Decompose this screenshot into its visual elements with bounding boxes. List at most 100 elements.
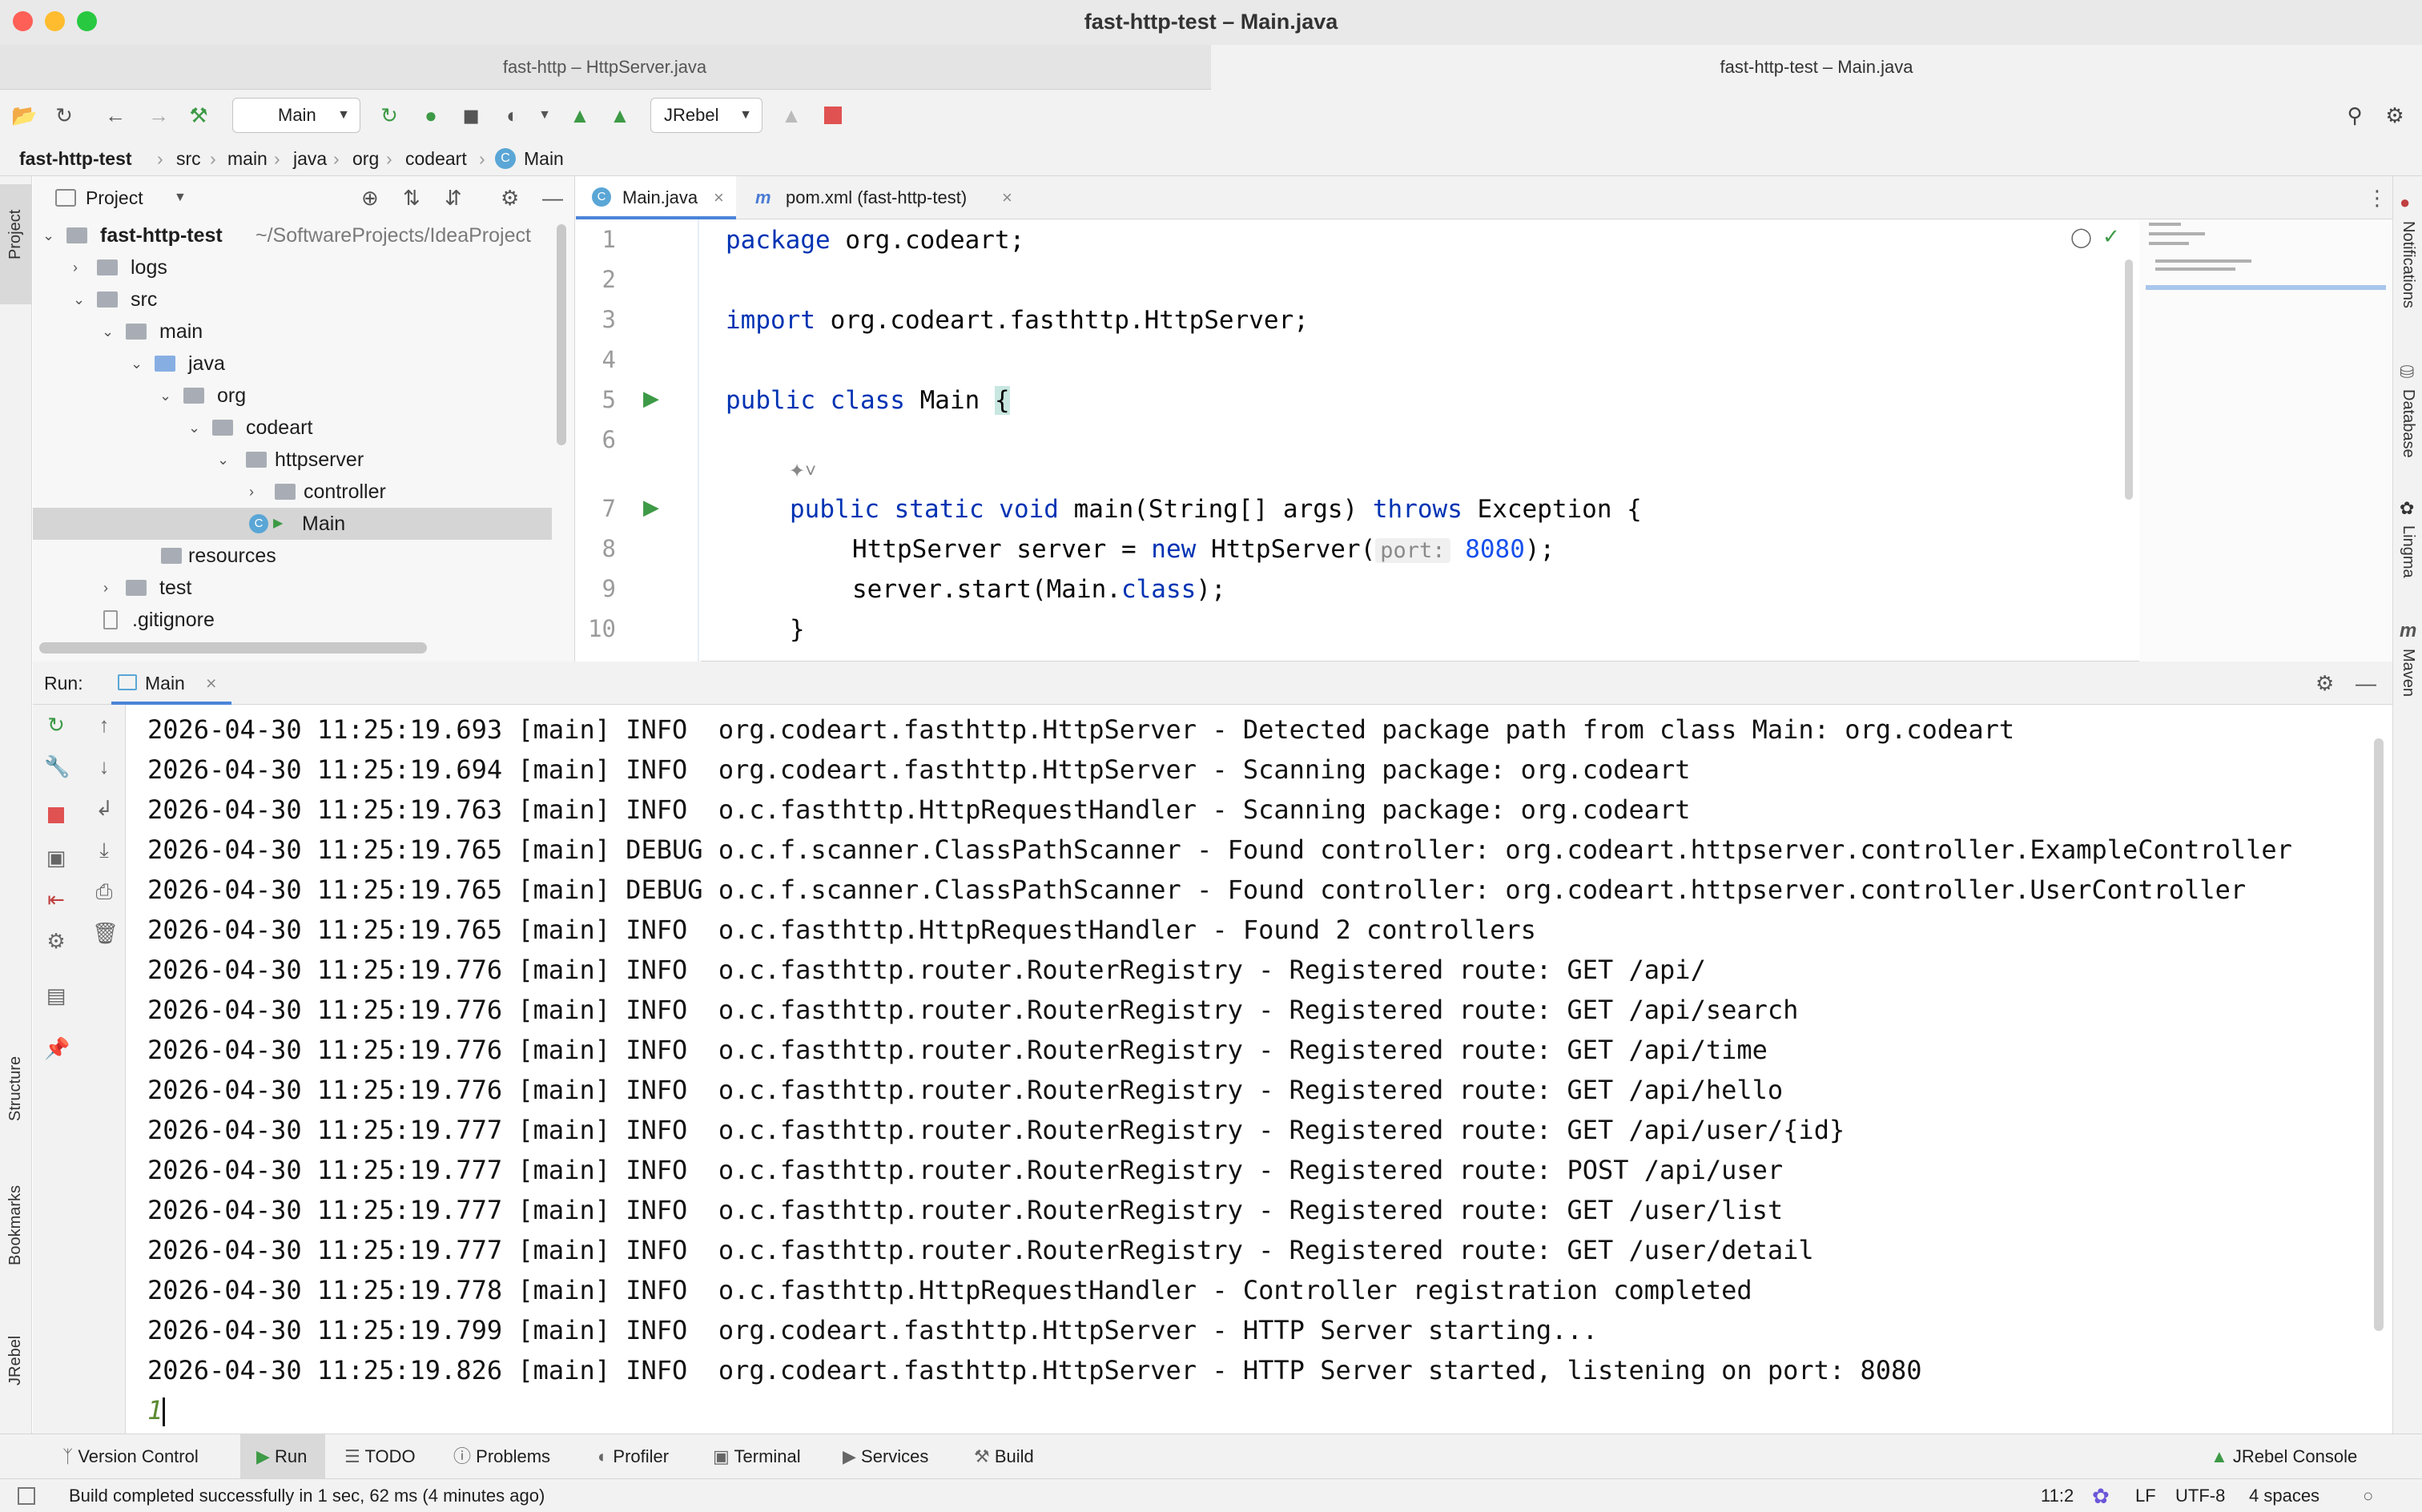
forward-arrow-icon[interactable]: → [146, 103, 171, 128]
wrench-icon[interactable]: 🔧 [44, 754, 70, 778]
lingma-stripe-label[interactable]: Lingma [2399, 525, 2417, 578]
tab-jrebel-console[interactable]: ▲ JRebel Console [2211, 1434, 2387, 1479]
build-hammer-icon[interactable]: ⚒ [186, 103, 211, 128]
tree-item-java[interactable]: ⌄ java [33, 348, 553, 380]
caret-position[interactable]: 11:2 [2041, 1479, 2074, 1512]
breadcrumb-main[interactable]: main [227, 141, 268, 176]
close-icon[interactable]: × [1002, 176, 1012, 219]
close-icon[interactable]: × [714, 176, 724, 219]
close-icon[interactable]: × [206, 662, 216, 705]
code-minimap[interactable] [2139, 219, 2392, 662]
database-stripe-label[interactable]: Database [2399, 389, 2417, 458]
settings-gear-icon[interactable]: ⚙ [2382, 103, 2408, 128]
tab-todo[interactable]: ☰ TODO [344, 1434, 441, 1479]
tree-item-controller[interactable]: › controller [33, 476, 553, 508]
breadcrumb-codeart[interactable]: codeart [405, 141, 467, 176]
chevron-right-icon[interactable]: › [249, 476, 254, 508]
tab-problems[interactable]: ⓘ Problems [453, 1434, 581, 1479]
tree-item-main[interactable]: ⌄ main [33, 316, 553, 348]
expand-all-icon[interactable]: ⇅ [403, 176, 420, 219]
stop-icon[interactable] [44, 804, 68, 828]
lock-icon[interactable]: ○ [2363, 1479, 2373, 1512]
jrebel-debug-icon[interactable]: ▲ [607, 103, 633, 128]
tab-main-java[interactable]: C Main.java × [576, 176, 736, 219]
tree-item-codeart[interactable]: ⌄ codeart [33, 412, 553, 444]
exit-icon[interactable]: ⇤ [44, 887, 68, 911]
up-arrow-icon[interactable]: ↑ [92, 713, 116, 737]
toggle-tool-windows-icon[interactable] [18, 1487, 35, 1505]
run-console[interactable]: 2026-04-30 11:25:19.693 [main] INFO org.… [127, 705, 2392, 1434]
chevron-down-icon[interactable]: ▼ [174, 176, 187, 219]
reader-mode-icon[interactable]: ◯ [2070, 226, 2092, 249]
notifications-bell-icon[interactable]: ● [2400, 192, 2410, 213]
tab-profiler[interactable]: ◐ Profiler [597, 1434, 710, 1479]
console-scrollbar[interactable] [2374, 738, 2384, 1331]
restore-layout-icon[interactable]: ⚙ [44, 929, 68, 953]
bookmarks-stripe-label[interactable]: Bookmarks [6, 1185, 25, 1265]
breadcrumb-main-class[interactable]: Main [524, 141, 564, 176]
tab-services[interactable]: ▶ Services [843, 1434, 971, 1479]
project-view-select[interactable]: Project [86, 176, 143, 219]
chevron-down-icon[interactable]: ⌄ [102, 316, 114, 348]
camera-icon[interactable]: ▣ [44, 846, 68, 870]
stop-icon[interactable] [820, 103, 846, 128]
breadcrumb-org[interactable]: org [352, 141, 379, 176]
chevron-right-icon[interactable]: › [73, 251, 78, 284]
locate-file-icon[interactable]: ⊕ [361, 176, 379, 219]
editor-scrollbar[interactable] [2125, 259, 2133, 500]
window-tab-httpserver[interactable]: fast-http – HttpServer.java [0, 45, 1209, 90]
hide-panel-icon[interactable]: — [2356, 662, 2376, 705]
tree-item-main-class[interactable]: C ▶ Main [33, 508, 552, 540]
tree-item-gitignore[interactable]: .gitignore [33, 604, 553, 636]
vertical-scrollbar[interactable] [557, 224, 566, 445]
collapse-all-icon[interactable]: ⇵ [445, 176, 462, 219]
code-editor[interactable]: 1 2 3 4 5 6 7 8 9 10 ▶ ▶ package org.cod… [576, 219, 2392, 662]
settings-gear-icon[interactable]: ⚙ [2315, 662, 2334, 705]
lingma-icon[interactable]: ✿ [2400, 498, 2414, 519]
ai-assistant-icon[interactable]: ✦˅ [789, 460, 816, 483]
tree-item-httpserver[interactable]: ⌄ httpserver [33, 444, 553, 476]
tree-item-org[interactable]: ⌄ org [33, 380, 553, 412]
layout-icon[interactable]: ▤ [44, 983, 68, 1007]
chevron-down-icon[interactable]: ⌄ [131, 348, 143, 380]
scroll-to-end-icon[interactable]: ⤓ [92, 838, 116, 862]
notifications-stripe-label[interactable]: Notifications [2399, 221, 2417, 308]
project-tool-button[interactable]: Project [0, 184, 32, 304]
indent-setting[interactable]: 4 spaces [2249, 1479, 2319, 1512]
tab-version-control[interactable]: ᛉ Version Control [62, 1434, 239, 1479]
debug-bug-icon[interactable]: ● [418, 103, 444, 128]
breadcrumb-java[interactable]: java [293, 141, 327, 176]
jrebel-run-icon[interactable]: ▲ [567, 103, 593, 128]
jrebel-config-select[interactable]: JRebel ▼ [650, 98, 762, 133]
chevron-right-icon[interactable]: › [103, 572, 108, 604]
run-config-select[interactable]: Main ▼ [232, 98, 360, 133]
back-arrow-icon[interactable]: ← [103, 103, 128, 128]
status-message[interactable]: Build completed successfully in 1 sec, 6… [69, 1479, 545, 1512]
down-arrow-icon[interactable]: ↓ [92, 754, 116, 778]
rerun-icon[interactable]: ↻ [376, 103, 402, 128]
breadcrumb-project[interactable]: fast-http-test [19, 141, 132, 176]
search-icon[interactable]: ⚲ [2342, 103, 2368, 128]
print-icon[interactable]: ⎙ [92, 879, 116, 903]
tab-pom-xml[interactable]: m pom.xml (fast-http-test) × [744, 176, 1016, 219]
sync-icon[interactable]: ↻ [51, 103, 77, 128]
more-options-icon[interactable]: ⋮ [2367, 176, 2388, 219]
database-icon[interactable]: ⛁ [2400, 362, 2414, 383]
pin-icon[interactable]: 📌 [44, 1036, 70, 1060]
tree-item-resources[interactable]: resources [33, 540, 553, 572]
console-input[interactable]: 1 [147, 1395, 166, 1426]
trash-icon[interactable]: 🗑 [92, 921, 119, 945]
rerun-icon[interactable]: ↻ [44, 713, 68, 737]
window-tab-main[interactable]: fast-http-test – Main.java [1211, 45, 2422, 90]
structure-stripe-label[interactable]: Structure [6, 1056, 25, 1121]
chevron-down-icon[interactable]: ⌄ [42, 219, 54, 251]
more-run-options-icon[interactable]: ▼ [532, 103, 557, 128]
tab-terminal[interactable]: ▣ Terminal [713, 1434, 841, 1479]
jrebel-update-icon[interactable]: ▲ [778, 103, 804, 128]
tree-item-root[interactable]: ⌄ fast-http-test ~/SoftwareProjects/Idea… [33, 219, 553, 251]
soft-wrap-icon[interactable]: ↲ [92, 796, 116, 820]
file-encoding[interactable]: UTF-8 [2175, 1479, 2225, 1512]
horizontal-scrollbar[interactable] [39, 642, 427, 653]
line-separator[interactable]: LF [2135, 1479, 2156, 1512]
tab-build[interactable]: ⚒ Build [974, 1434, 1070, 1479]
